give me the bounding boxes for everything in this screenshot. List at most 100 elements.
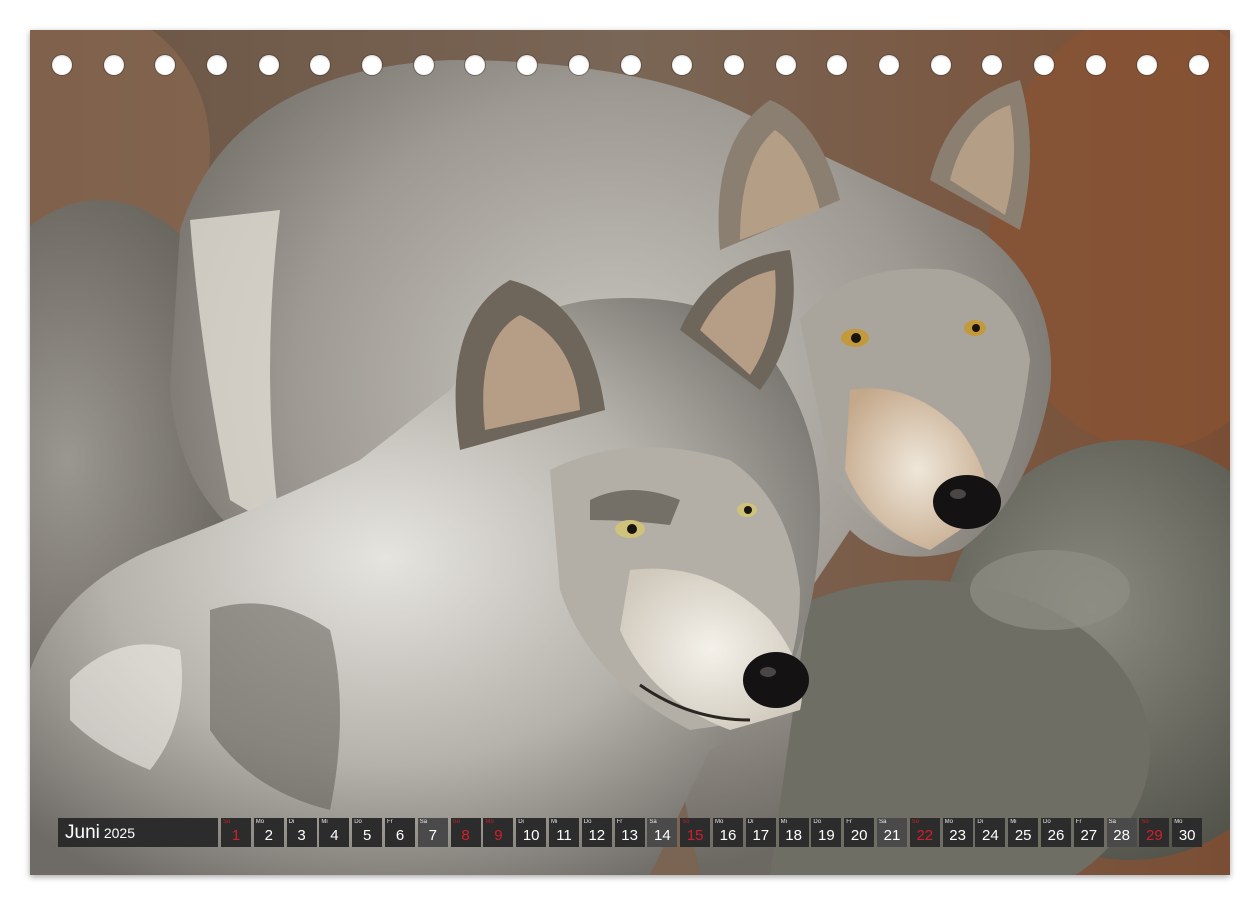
day-number: 30 <box>1178 827 1196 844</box>
day-number: 28 <box>1113 827 1130 844</box>
day-cell: Di 10 <box>516 818 547 847</box>
month-year: 2025 <box>103 824 136 841</box>
binding-hole <box>103 55 124 75</box>
day-cell: So 8 <box>450 818 481 847</box>
weekday-label: Mo <box>715 819 724 825</box>
binding-hole <box>207 55 228 75</box>
day-cell: Fr 27 <box>1073 818 1104 847</box>
day-number: 21 <box>883 827 901 844</box>
month-name: Juni <box>65 821 100 843</box>
day-number: 25 <box>1014 827 1032 844</box>
binding-hole <box>1137 55 1158 75</box>
day-cell: Mi 18 <box>778 818 809 847</box>
day-number: 9 <box>494 827 503 844</box>
day-cell: Fr 6 <box>385 818 415 847</box>
day-cell: Fr 20 <box>844 818 875 847</box>
day-cell: Fr 13 <box>614 818 645 847</box>
day-cell: Mo 9 <box>483 818 514 847</box>
wolves-photo <box>30 30 1230 875</box>
calendar-strip: Juni 2025 So 1 Mo 2 Di 3 Mi 4 Do 5 Fr 6 Sa 7 So 8 Mo 9 Di 1… <box>58 818 1203 847</box>
day-cell: Di 3 <box>286 818 317 847</box>
weekday-label: Do <box>1043 819 1051 825</box>
day-number: 29 <box>1146 827 1163 844</box>
weekday-label: So <box>1141 819 1149 825</box>
binding-hole <box>568 55 589 75</box>
binding-hole <box>775 55 796 75</box>
weekday-label: Mo <box>1174 819 1183 825</box>
day-number: 6 <box>395 827 405 844</box>
weekday-label: Sa <box>649 819 657 825</box>
binding-hole <box>413 55 434 75</box>
binding-hole <box>930 55 951 75</box>
weekday-label: Fr <box>616 819 623 825</box>
weekday-label: Di <box>747 819 754 825</box>
binding-holes <box>52 55 1209 79</box>
weekday-label: Fr <box>387 819 393 825</box>
day-number: 2 <box>264 827 273 844</box>
month-label: Juni 2025 <box>58 818 218 847</box>
day-cell: Sa 7 <box>417 818 448 847</box>
day-cell: Sa 28 <box>1106 818 1137 847</box>
day-cell: Do 19 <box>811 818 842 847</box>
weekday-label: Mo <box>255 819 265 825</box>
day-number: 10 <box>522 827 540 844</box>
day-number: 12 <box>588 827 606 844</box>
weekday-label: So <box>682 819 690 825</box>
day-number: 14 <box>654 827 671 844</box>
binding-hole <box>620 55 641 75</box>
day-cell: Do 5 <box>352 818 383 847</box>
weekday-label: Mo <box>944 819 953 825</box>
weekday-label: Mi <box>321 819 328 825</box>
weekday-label: Sa <box>1108 819 1116 825</box>
weekday-label: Sa <box>419 819 428 825</box>
binding-hole <box>517 55 538 75</box>
day-number: 3 <box>297 827 306 844</box>
day-number: 22 <box>916 827 934 844</box>
day-number: 18 <box>785 827 802 844</box>
day-cell: Do 26 <box>1041 818 1071 847</box>
binding-hole <box>155 55 176 75</box>
weekday-label: Do <box>583 819 592 825</box>
day-number: 16 <box>719 827 737 844</box>
day-number: 8 <box>461 827 470 844</box>
day-cell: Di 24 <box>975 818 1006 847</box>
day-cell: Mo 2 <box>253 818 284 847</box>
binding-hole <box>723 55 744 75</box>
day-cell: Mi 25 <box>1008 818 1039 847</box>
day-number: 13 <box>621 827 638 844</box>
day-number: 5 <box>363 827 372 844</box>
binding-hole <box>1085 55 1106 75</box>
binding-hole <box>362 55 383 75</box>
day-cell: Mi 11 <box>549 818 579 847</box>
binding-hole <box>310 55 331 75</box>
day-number: 1 <box>231 827 241 844</box>
day-number: 19 <box>818 827 835 844</box>
weekday-label: Mi <box>780 819 787 825</box>
weekday-label: Di <box>518 819 524 825</box>
weekday-label: So <box>452 819 460 825</box>
day-cell: Mo 23 <box>942 818 973 847</box>
day-cell: Mi 4 <box>319 818 350 847</box>
day-number: 20 <box>850 827 868 844</box>
day-number: 7 <box>428 827 437 844</box>
day-cell: Do 12 <box>581 818 612 847</box>
weekday-label: Sa <box>879 819 887 825</box>
weekday-label: Di <box>977 819 984 825</box>
binding-hole <box>827 55 848 75</box>
day-number: 4 <box>330 827 339 844</box>
day-cell: Sa 21 <box>877 818 907 847</box>
binding-hole <box>52 55 72 75</box>
day-cell: Sa 14 <box>647 818 678 847</box>
day-number: 15 <box>686 827 704 844</box>
day-cell: So 22 <box>909 818 940 847</box>
day-cell: So 29 <box>1139 818 1170 847</box>
binding-hole <box>1033 55 1054 75</box>
day-number: 17 <box>752 827 770 844</box>
binding-hole <box>982 55 1003 75</box>
weekday-label: So <box>223 819 231 825</box>
day-cell: So 15 <box>680 818 711 847</box>
binding-hole <box>878 55 899 75</box>
day-number: 23 <box>949 827 966 844</box>
day-cell: Di 17 <box>745 818 776 847</box>
weekday-label: Do <box>354 819 362 825</box>
